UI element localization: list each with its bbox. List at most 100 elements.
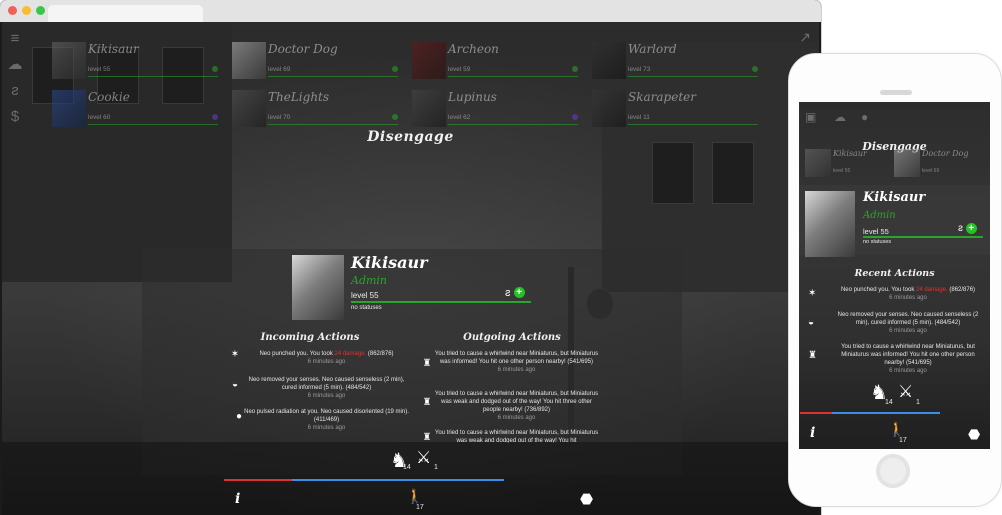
health-bar [224, 479, 292, 481]
action-text: You tried to cause a whirlwind near Mini… [434, 351, 599, 365]
action-text: Neo pulsed radiation at you. Neo caused … [244, 409, 409, 423]
timestamp: 6 minutes ago [307, 359, 346, 365]
player-card[interactable]: Lupinus level 62 [412, 90, 582, 130]
timestamp: 6 minutes ago [307, 393, 346, 399]
energy-bar [292, 479, 504, 481]
player-level: level 62 [448, 114, 471, 121]
mobile-health-bar [800, 412, 832, 414]
punch-icon: ✶ [230, 349, 240, 360]
phone-speaker [880, 90, 912, 95]
level-bar [88, 124, 218, 125]
mobile-profile-level-bar [863, 236, 983, 238]
mobile-move-icon[interactable]: 🚶 [888, 421, 905, 438]
pet-icon[interactable]: ƨ [958, 223, 963, 234]
inventory-icon[interactable]: ⬣ [580, 490, 593, 508]
profile-level: level 55 [351, 291, 379, 300]
status-dot [572, 114, 578, 120]
player-card[interactable]: Cookie level 60 [52, 90, 222, 130]
status-dot [572, 66, 578, 72]
player-card[interactable]: Skarapeter level 11 [592, 90, 762, 130]
avatar [52, 90, 86, 127]
mobile-profile-level: level 55 [863, 227, 889, 236]
profile-role: Admin [351, 274, 388, 287]
phone-home-button[interactable] [876, 454, 910, 488]
player-name: Doctor Dog [268, 42, 338, 56]
maximize-window-dot[interactable] [36, 6, 45, 15]
whirlwind-icon: ♜ [422, 358, 432, 369]
sword-icon[interactable]: ⚔ [416, 448, 431, 468]
outgoing-action-item: You tried to cause a whirlwind near Mini… [434, 390, 599, 422]
timestamp: 6 minutes ago [889, 328, 927, 334]
level-bar [268, 76, 398, 77]
timestamp: 6 minutes ago [889, 368, 927, 374]
mobile-energy-bar [832, 412, 940, 414]
level-bar [448, 124, 578, 125]
profile-avatar [292, 255, 344, 320]
mobile-profile-role: Admin [863, 210, 896, 221]
chat-icon[interactable]: ☁ [6, 56, 24, 74]
player-card[interactable]: Kikisaur level 55 [52, 42, 222, 82]
pet-icon[interactable]: ƨ [505, 287, 511, 299]
mobile-sword-icon[interactable]: ⚔ [898, 382, 913, 402]
pet-icon[interactable]: ƨ [6, 82, 24, 100]
browser-titlebar [0, 0, 821, 22]
player-level: level 60 [88, 114, 111, 121]
eye-icon: ◒ [231, 379, 239, 390]
mobile-menu-icon[interactable]: ▣ [805, 110, 816, 124]
mobile-pet-count: 14 [885, 399, 893, 406]
mobile-player-card[interactable]: Kikisaur level 55 [805, 149, 890, 179]
player-level: level 70 [268, 114, 291, 121]
mobile-inventory-icon[interactable]: ⬣ [968, 426, 980, 443]
level-bar [448, 76, 578, 77]
player-name: Cookie [88, 90, 130, 104]
player-name: Warlord [628, 42, 677, 56]
add-friend-icon[interactable]: + [513, 287, 525, 298]
incoming-actions-title: Incoming Actions [260, 332, 360, 343]
profile-level-bar [351, 301, 531, 303]
action-text: Neo removed your senses. Neo caused sens… [248, 377, 405, 391]
player-name: Doctor Dog [922, 149, 969, 158]
timestamp: 6 minutes ago [497, 415, 536, 421]
profile-status: no statuses [351, 305, 382, 311]
avatar [894, 149, 920, 177]
player-name: TheLights [268, 90, 330, 104]
move-icon[interactable]: 🚶 [406, 488, 423, 505]
info-icon[interactable]: i [235, 491, 240, 507]
incoming-action-item: Neo removed your senses. Neo caused sens… [244, 376, 409, 400]
game-screen: ≡ ☁ ƨ $ ↗ Kikisaur level 55 Doctor Dog l… [2, 22, 819, 515]
player-level: level 73 [628, 66, 651, 73]
player-card[interactable]: TheLights level 70 [232, 90, 402, 130]
browser-tab[interactable] [48, 5, 203, 22]
action-text: (862/876) [947, 287, 976, 293]
player-card[interactable]: Archeon level 59 [412, 42, 582, 82]
mobile-move-count: 17 [899, 437, 907, 444]
profile-actions: ƨ + [505, 287, 533, 301]
add-friend-icon[interactable]: + [965, 223, 977, 234]
player-level: level 11 [628, 114, 650, 121]
pet-count: 14 [403, 464, 411, 471]
player-name: Skarapeter [628, 90, 696, 104]
mobile-profile-icon[interactable]: ● [861, 110, 868, 124]
status-dot [392, 66, 398, 72]
level-bar [628, 124, 758, 125]
mobile-chat-icon[interactable]: ☁ [834, 110, 846, 124]
currency-icon[interactable]: $ [6, 108, 24, 126]
action-text: (862/876) [366, 351, 394, 357]
action-text: Neo removed your senses. Neo caused sens… [837, 312, 979, 326]
minimize-window-dot[interactable] [22, 6, 31, 15]
background-window [652, 142, 694, 204]
avatar [232, 42, 266, 79]
mobile-info-icon[interactable]: i [810, 425, 815, 441]
player-card[interactable]: Warlord level 73 [592, 42, 762, 82]
damage-text: 24 damage. [916, 287, 948, 293]
mobile-player-card[interactable]: Doctor Dog level 69 [894, 149, 984, 179]
avatar [412, 42, 446, 79]
disengage-button[interactable]: Disengage [2, 129, 819, 145]
status-dot [212, 114, 218, 120]
close-window-dot[interactable] [8, 6, 17, 15]
action-text: Neo punched you. You took [840, 287, 916, 293]
menu-icon[interactable]: ≡ [6, 30, 24, 48]
exit-icon[interactable]: ↗ [799, 29, 811, 46]
player-card[interactable]: Doctor Dog level 69 [232, 42, 402, 82]
incoming-action-item: Neo punched you. You took 24 damage. (86… [244, 350, 409, 366]
